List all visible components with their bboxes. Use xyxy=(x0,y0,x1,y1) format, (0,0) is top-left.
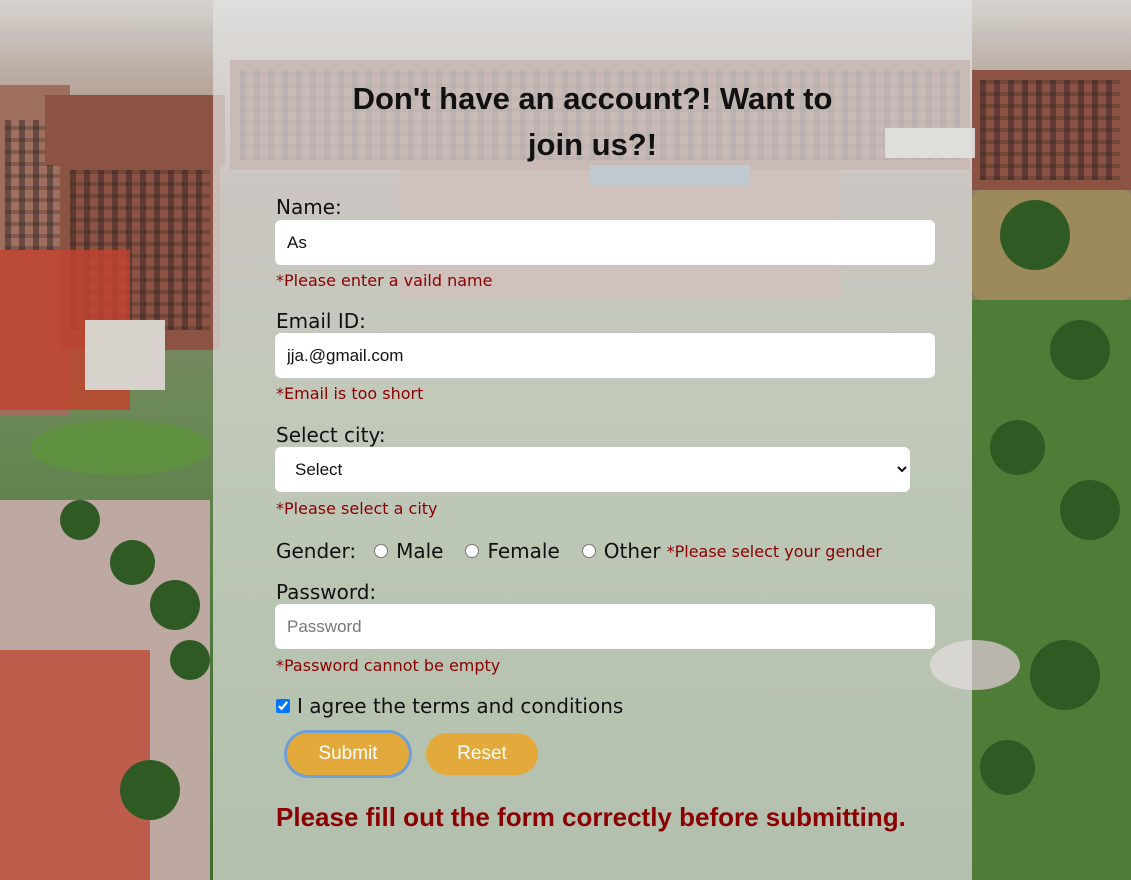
gender-error: *Please select your gender xyxy=(666,541,883,561)
gender-option-male-label: Male xyxy=(396,539,444,563)
title-line-1: Don't have an account?! Want to xyxy=(352,81,833,116)
gender-radio-female[interactable] xyxy=(465,544,480,558)
password-error: *Password cannot be empty xyxy=(276,656,501,675)
signup-form-panel: Don't have an account?! Want to join us?… xyxy=(213,0,972,880)
email-error: *Email is too short xyxy=(276,384,424,403)
name-label: Name: xyxy=(276,195,342,219)
gender-radio-other[interactable] xyxy=(581,544,596,558)
gender-label: Gender: xyxy=(276,539,357,563)
reset-button[interactable]: Reset xyxy=(426,733,538,775)
email-input[interactable] xyxy=(275,333,935,378)
email-label: Email ID: xyxy=(276,309,366,333)
terms-label: I agree the terms and conditions xyxy=(297,694,624,718)
city-error: *Please select a city xyxy=(276,499,438,518)
password-input[interactable] xyxy=(275,604,935,649)
gender-radio-male[interactable] xyxy=(374,544,389,558)
gender-option-female-label: Female xyxy=(487,539,560,563)
city-select[interactable]: Select xyxy=(275,447,910,492)
terms-checkbox[interactable] xyxy=(276,699,290,713)
gender-option-other-label: Other xyxy=(603,539,661,563)
name-error: *Please enter a vaild name xyxy=(276,271,493,290)
submit-button[interactable]: Submit xyxy=(287,733,409,775)
page-title: Don't have an account?! Want to join us?… xyxy=(213,76,972,168)
title-line-2: join us?! xyxy=(527,127,658,162)
city-label: Select city: xyxy=(276,423,386,447)
form-error-message: Please fill out the form correctly befor… xyxy=(276,802,906,832)
password-label: Password: xyxy=(276,580,377,604)
gender-row: Gender: Male Female Other *Please select… xyxy=(276,537,882,565)
terms-agreement[interactable]: I agree the terms and conditions xyxy=(275,694,623,718)
name-input[interactable] xyxy=(275,220,935,265)
